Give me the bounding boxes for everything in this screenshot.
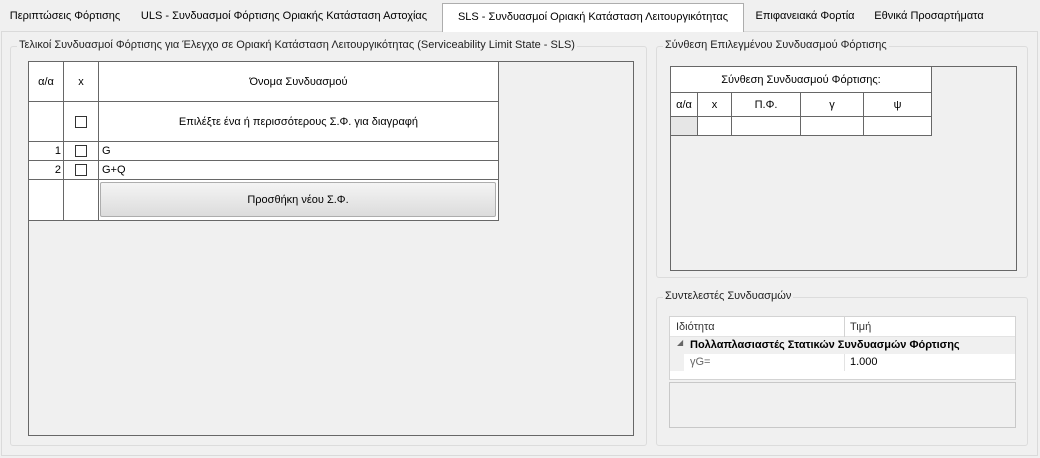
row-checkbox-cell[interactable] [64,142,99,161]
property-category[interactable]: ◢ Πολλαπλασιαστές Στατικών Συνδυασμών Φό… [670,337,1015,354]
add-combination-button[interactable]: Προσθήκη νέου Σ.Φ. [100,182,496,217]
tab-surface-loads[interactable]: Επιφανειακά Φορτία [746,6,864,28]
property-category-label: Πολλαπλασιαστές Στατικών Συνδυασμών Φόρτ… [690,339,960,351]
add-row-index [29,180,64,221]
composition-grid: Σύνθεση Συνδυασμού Φόρτισης: α/α x Π.Φ. … [670,66,1017,271]
select-all-cell[interactable] [64,102,99,142]
row-name[interactable]: G [99,142,499,161]
property-row[interactable]: γG= 1.000 [670,354,1015,371]
select-all-checkbox[interactable] [75,115,87,128]
select-row-index [29,102,64,142]
tab-strip: Περιπτώσεις Φόρτισης ULS - Συνδυασμοί Φό… [0,0,1040,32]
row-checkbox[interactable] [75,164,87,176]
sls-combinations-group: Τελικοί Συνδυασμοί Φόρτισης για Έλεγχο σ… [10,39,647,446]
property-value[interactable]: 1.000 [850,356,878,368]
add-row-cell: Προσθήκη νέου Σ.Φ. [99,180,499,221]
col-header-index[interactable]: α/α [671,93,698,117]
coefficients-group-title: Συντελεστές Συνδυασμών [663,290,794,302]
col-header-load-case[interactable]: Π.Φ. [732,93,801,117]
col-header-value[interactable]: Τιμή [850,321,871,333]
select-hint: Επιλέξτε ένα ή περισσότερους Σ.Φ. για δι… [99,102,499,142]
row-checkbox[interactable] [75,145,87,157]
col-header-name[interactable]: Όνομα Συνδυασμού [99,62,499,102]
tab-load-cases[interactable]: Περιπτώσεις Φόρτισης [4,6,126,28]
composition-group-title: Σύνθεση Επιλεγμένου Συνδυασμού Φόρτισης [663,39,889,51]
coefficients-group: Συντελεστές Συνδυασμών Ιδιότητα Τιμή ◢ Π… [656,290,1028,446]
property-name: γG= [690,356,711,368]
composition-group: Σύνθεση Επιλεγμένου Συνδυασμού Φόρτισης … [656,39,1028,278]
add-row-x [64,180,99,221]
col-header-x[interactable]: x [698,93,732,117]
row-index: 1 [29,142,64,161]
col-header-property[interactable]: Ιδιότητα [676,321,715,333]
sls-combinations-group-title: Τελικοί Συνδυασμοί Φόρτισης για Έλεγχο σ… [17,39,577,51]
col-header-x[interactable]: x [64,62,99,102]
property-grid-header: Ιδιότητα Τιμή [670,317,1015,337]
column-divider[interactable] [844,317,845,337]
collapse-icon[interactable]: ◢ [677,338,683,347]
property-grid: Ιδιότητα Τιμή ◢ Πολλαπλασιαστές Στατικών… [669,316,1016,380]
new-row-cell[interactable] [698,117,732,136]
composition-table-title: Σύνθεση Συνδυασμού Φόρτισης: [671,67,932,93]
property-row-margin [670,354,684,371]
property-description-panel [669,382,1016,428]
new-row-cell[interactable] [801,117,864,136]
col-header-gamma[interactable]: γ [801,93,864,117]
sls-combinations-grid: α/α x Όνομα Συνδυασμού Επιλέξτε ένα ή πε… [28,61,634,436]
row-index: 2 [29,161,64,180]
new-row-cell[interactable] [732,117,801,136]
row-name[interactable]: G+Q [99,161,499,180]
new-row-cell[interactable] [864,117,932,136]
tab-uls-combinations[interactable]: ULS - Συνδυασμοί Φόρτισης Οριακής Κατάστ… [128,6,440,28]
new-row-index [671,117,698,136]
col-header-psi[interactable]: ψ [864,93,932,117]
tab-sls-combinations[interactable]: SLS - Συνδυασμοί Οριακή Κατάσταση Λειτου… [442,3,744,32]
column-divider [844,354,845,371]
col-header-index[interactable]: α/α [29,62,64,102]
tab-national-annexes[interactable]: Εθνικά Προσαρτήματα [866,6,992,28]
row-checkbox-cell[interactable] [64,161,99,180]
